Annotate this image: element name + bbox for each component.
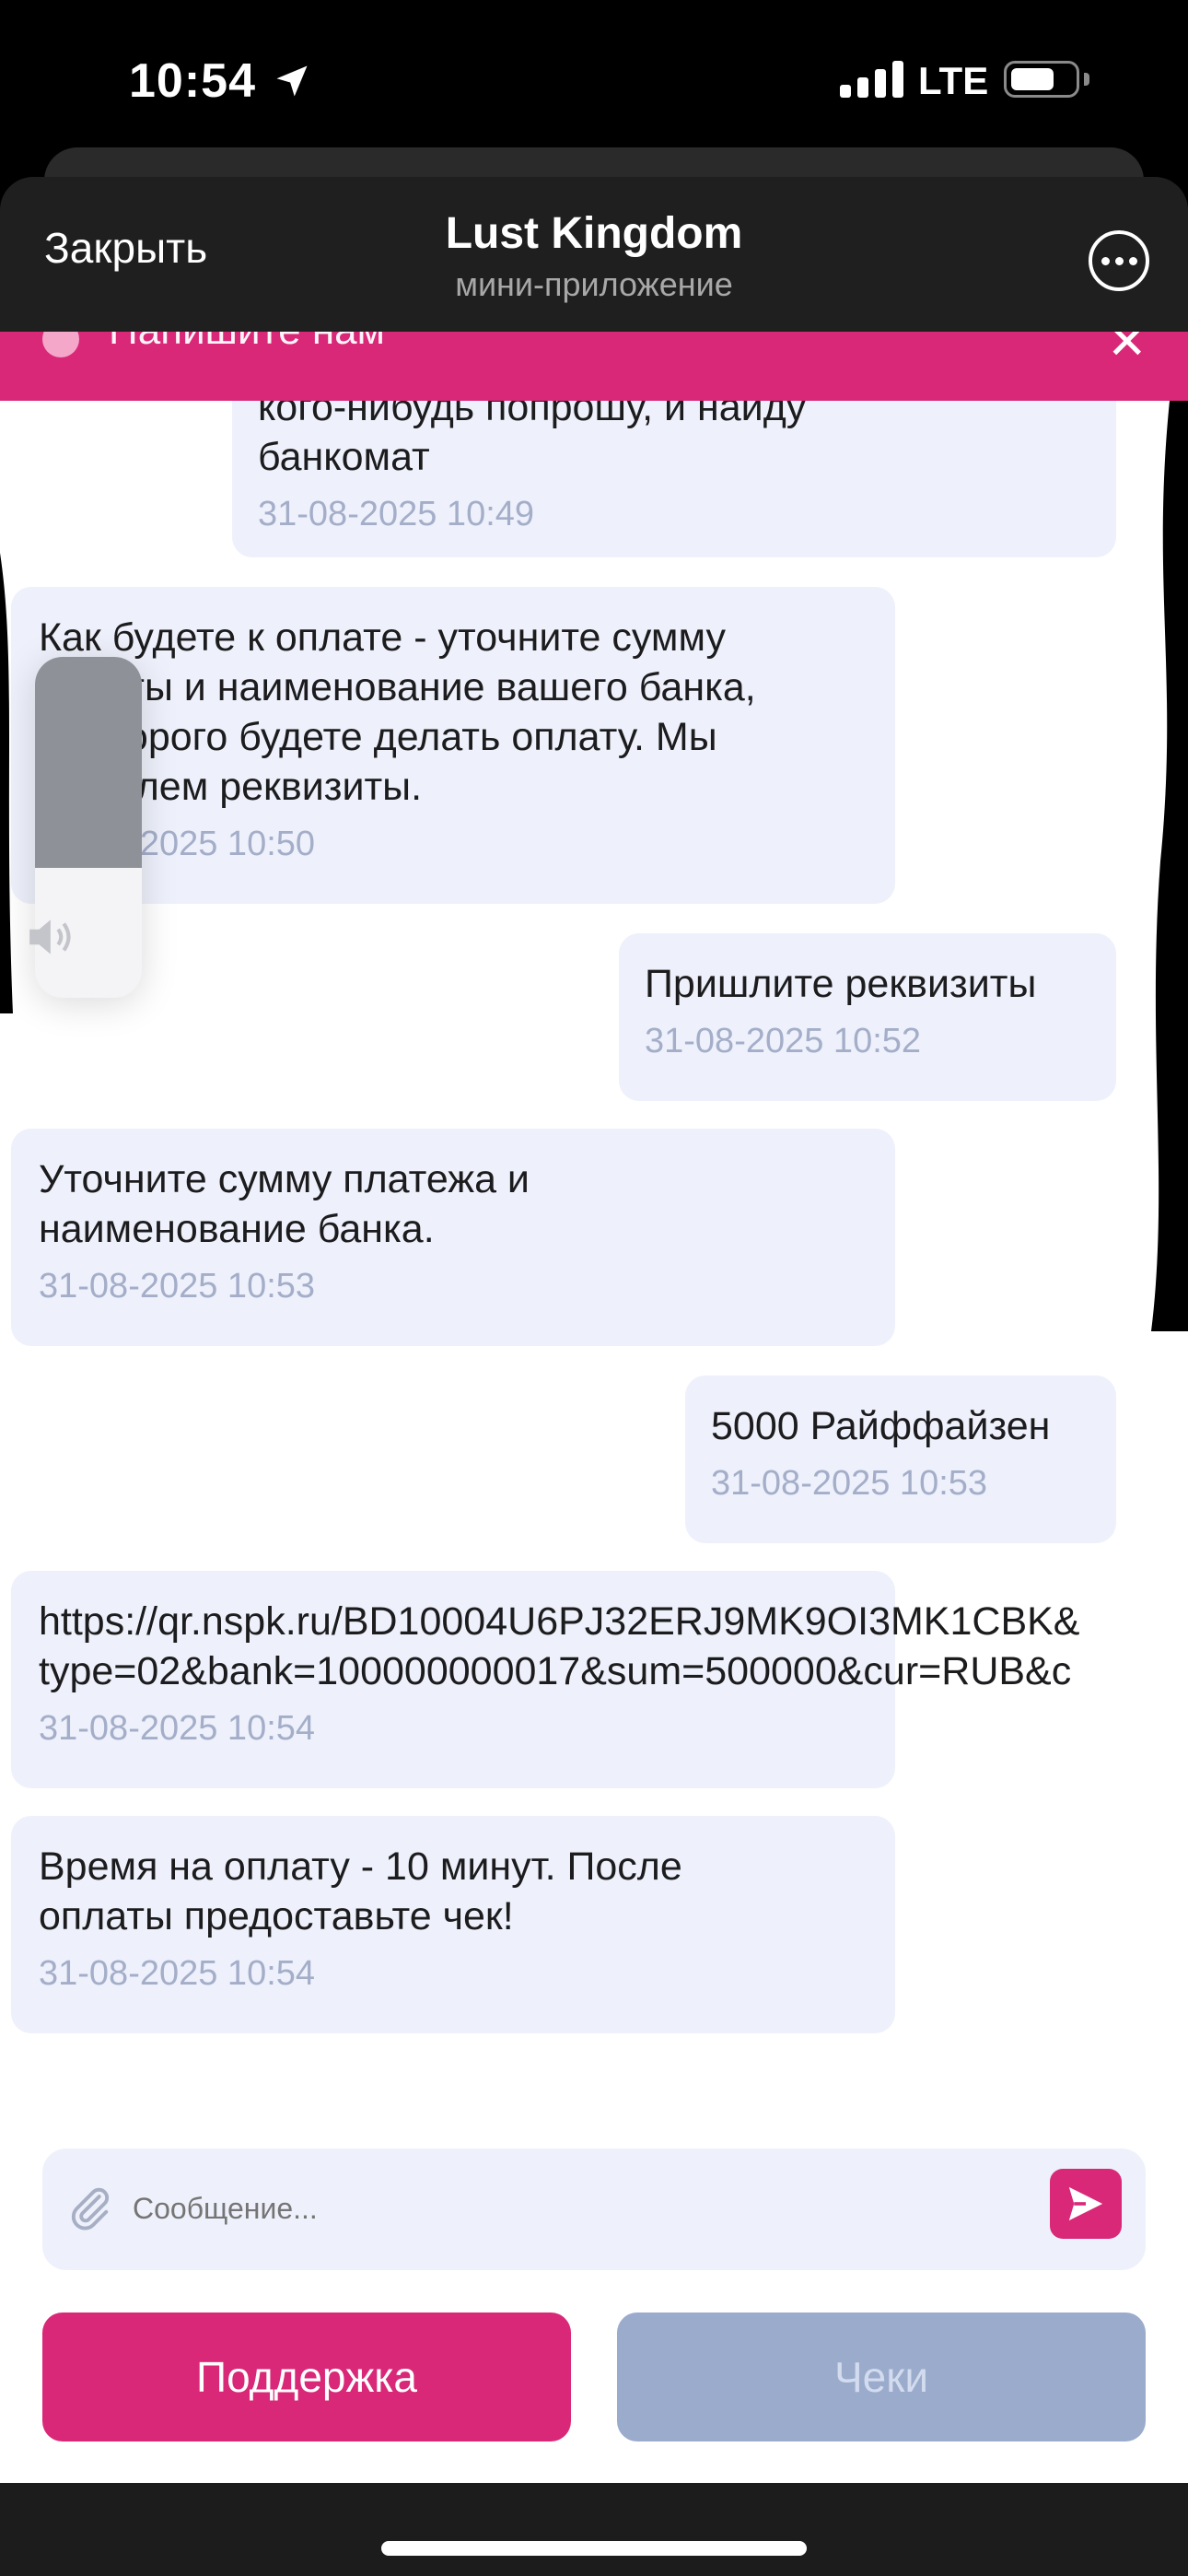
message-outgoing: 5000 Райффайзен 31-08-2025 10:53 xyxy=(685,1376,1116,1543)
paperclip-icon[interactable] xyxy=(66,2182,114,2233)
message-outgoing: Пришлите реквизиты 31-08-2025 10:52 xyxy=(619,933,1116,1101)
message-timestamp: 31-08-2025 10:53 xyxy=(39,1267,316,1306)
message-incoming: Время на оплату - 10 минут. После оплаты… xyxy=(11,1816,895,2033)
network-type: LTE xyxy=(918,59,989,102)
contact-banner[interactable]: Напишите нам ✕ xyxy=(0,332,1188,401)
mini-app-header: Закрыть Lust Kingdom мини-приложение xyxy=(0,177,1188,332)
battery-tip xyxy=(1084,73,1089,86)
send-button[interactable] xyxy=(1050,2169,1122,2239)
message-timestamp: 31-08-2025 10:52 xyxy=(645,1022,922,1060)
status-bar: 10:54 LTE xyxy=(0,0,1188,161)
support-button[interactable]: Поддержка xyxy=(42,2313,571,2441)
banner-title: Напишите нам xyxy=(109,332,385,354)
message-text: Время на оплату - 10 минут. После оплаты… xyxy=(39,1844,682,1938)
message-incoming: Уточните сумму платежа и наименование ба… xyxy=(11,1129,895,1346)
message-link[interactable]: https://qr.nspk.ru/BD10004U6PJ32ERJ9MK9O… xyxy=(39,1597,1080,1696)
message-timestamp: 31-08-2025 10:50 xyxy=(39,825,316,863)
screen-edge xyxy=(1151,401,1188,1331)
app-title: Lust Kingdom xyxy=(445,209,743,258)
message-timestamp: 31-08-2025 10:54 xyxy=(39,1954,316,1993)
battery-icon xyxy=(1004,61,1079,98)
receipts-button[interactable]: Чеки xyxy=(617,2313,1146,2441)
home-bar-area xyxy=(0,2483,1188,2576)
status-dot-icon xyxy=(42,332,79,357)
screen-edge-left xyxy=(0,553,13,1013)
message-incoming: Как будете к оплате - уточните сумму опл… xyxy=(11,587,895,904)
close-icon[interactable]: ✕ xyxy=(1107,332,1147,370)
speaker-icon xyxy=(29,919,71,954)
message-timestamp: 31-08-2025 10:49 xyxy=(258,495,535,533)
message-text: Уточните сумму платежа и наименование ба… xyxy=(39,1157,530,1251)
message-timestamp: 31-08-2025 10:53 xyxy=(711,1464,988,1503)
status-time: 10:54 xyxy=(129,54,256,108)
signal-icon xyxy=(840,59,903,98)
send-icon xyxy=(1068,2186,1103,2221)
message-text: Пришлите реквизиты xyxy=(645,962,1037,1006)
message-text: кого-нибудь попрошу, и найду банкомат xyxy=(258,401,807,479)
message-text: Как будете к оплате - уточните сумму опл… xyxy=(39,615,756,809)
more-icon[interactable] xyxy=(1089,230,1149,291)
message-incoming: https://qr.nspk.ru/BD10004U6PJ32ERJ9MK9O… xyxy=(11,1571,1080,1788)
message-text: 5000 Райффайзен xyxy=(711,1404,1051,1448)
message-timestamp: 31-08-2025 10:54 xyxy=(39,1709,316,1748)
app-subtitle: мини-приложение xyxy=(455,265,733,303)
volume-level xyxy=(35,657,142,868)
message-input[interactable] xyxy=(133,2187,1017,2230)
home-indicator[interactable] xyxy=(381,2541,807,2556)
location-arrow-icon xyxy=(276,65,308,97)
message-outgoing: кого-нибудь попрошу, и найду банкомат 31… xyxy=(232,401,1116,557)
